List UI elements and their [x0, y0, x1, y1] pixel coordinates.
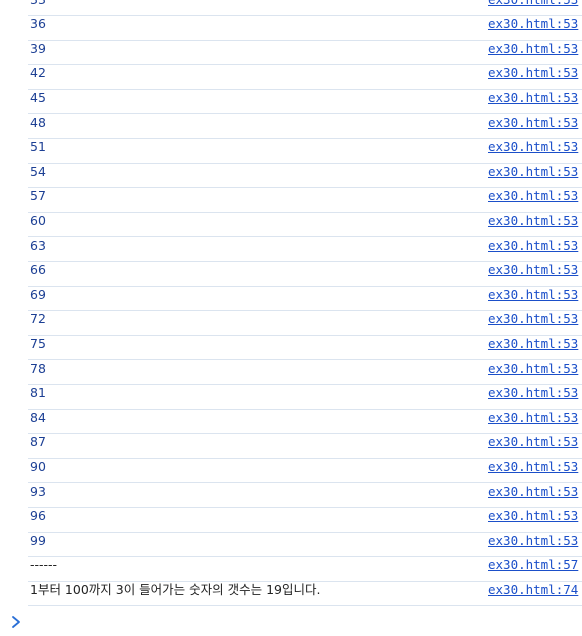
console-message-text: 99	[30, 532, 46, 548]
console-message-row: 45 ex30.html:53	[28, 90, 582, 115]
console-message-text: 48	[30, 114, 46, 130]
console-message-text: 72	[30, 311, 46, 327]
console-message-row: 81 ex30.html:53	[28, 385, 582, 410]
console-message-row: 99 ex30.html:53	[28, 533, 582, 558]
source-link[interactable]: ex30.html:74	[488, 582, 578, 598]
source-link[interactable]: ex30.html:53	[488, 262, 578, 278]
console-message-row: 75 ex30.html:53	[28, 336, 582, 361]
source-link[interactable]: ex30.html:53	[488, 459, 578, 475]
source-link[interactable]: ex30.html:53	[488, 16, 578, 32]
console-message-row: 66 ex30.html:53	[28, 262, 582, 287]
console-message-row: 63 ex30.html:53	[28, 238, 582, 263]
console-message-text: 84	[30, 409, 46, 425]
console-message-row: 84 ex30.html:53	[28, 410, 582, 435]
console-message-text: 36	[30, 16, 46, 32]
source-link[interactable]: ex30.html:53	[488, 410, 578, 426]
source-link[interactable]: ex30.html:53	[488, 336, 578, 352]
console-message-text: 54	[30, 163, 46, 179]
console-message-row: 36 ex30.html:53	[28, 16, 582, 41]
source-link[interactable]: ex30.html:53	[488, 213, 578, 229]
source-link[interactable]: ex30.html:53	[488, 385, 578, 401]
console-message-row: 48 ex30.html:53	[28, 115, 582, 140]
console-message-row: 54 ex30.html:53	[28, 164, 582, 189]
console-message-row: 39 ex30.html:53	[28, 41, 582, 66]
console-message-row: 33 ex30.html:53	[28, 0, 582, 17]
source-link[interactable]: ex30.html:53	[488, 361, 578, 377]
console-message-row: 78 ex30.html:53	[28, 361, 582, 386]
console-message-text: 1부터 100까지 3이 들어가는 숫자의 갯수는 19입니다.	[30, 581, 321, 597]
console-message-text: 39	[30, 40, 46, 56]
console-message-row: 90 ex30.html:53	[28, 459, 582, 484]
console-message-text: 42	[30, 65, 46, 81]
console-message-text: 87	[30, 434, 46, 450]
source-link[interactable]: ex30.html:53	[488, 0, 578, 8]
source-link[interactable]: ex30.html:53	[488, 484, 578, 500]
source-link[interactable]: ex30.html:53	[488, 188, 578, 204]
console-message-text: 45	[30, 89, 46, 105]
console-panel: 33 ex30.html:53 36 ex30.html:53 39 ex30.html:…	[0, 0, 582, 636]
chevron-right-icon[interactable]	[9, 614, 23, 630]
console-message-text: 60	[30, 212, 46, 228]
source-link[interactable]: ex30.html:53	[488, 164, 578, 180]
source-link[interactable]: ex30.html:53	[488, 65, 578, 81]
source-link[interactable]: ex30.html:53	[488, 434, 578, 450]
console-message-row: 57 ex30.html:53	[28, 188, 582, 213]
source-link[interactable]: ex30.html:53	[488, 238, 578, 254]
console-message-text: 93	[30, 483, 46, 499]
console-message-row: 93 ex30.html:53	[28, 484, 582, 509]
source-link[interactable]: ex30.html:53	[488, 41, 578, 57]
console-message-row: 87 ex30.html:53	[28, 434, 582, 459]
console-message-text: 90	[30, 458, 46, 474]
console-message-text: 75	[30, 335, 46, 351]
source-link[interactable]: ex30.html:53	[488, 139, 578, 155]
source-link[interactable]: ex30.html:53	[488, 508, 578, 524]
console-message-text: 81	[30, 385, 46, 401]
console-message-text: 66	[30, 262, 46, 278]
console-message-row: 60 ex30.html:53	[28, 213, 582, 238]
console-message-row: ------ ex30.html:57	[28, 557, 582, 582]
source-link[interactable]: ex30.html:57	[488, 557, 578, 573]
source-link[interactable]: ex30.html:53	[488, 90, 578, 106]
console-message-text: 78	[30, 360, 46, 376]
source-link[interactable]: ex30.html:53	[488, 311, 578, 327]
console-message-text: 51	[30, 139, 46, 155]
source-link[interactable]: ex30.html:53	[488, 115, 578, 131]
console-message-row: 96 ex30.html:53	[28, 508, 582, 533]
console-message-text: 33	[30, 0, 46, 14]
console-message-row: 1부터 100까지 3이 들어가는 숫자의 갯수는 19입니다. ex30.htm…	[28, 582, 582, 607]
console-message-text: 63	[30, 237, 46, 253]
source-link[interactable]: ex30.html:53	[488, 287, 578, 303]
console-message-text: ------	[30, 557, 58, 573]
source-link[interactable]: ex30.html:53	[488, 533, 578, 549]
console-message-text: 69	[30, 286, 46, 302]
console-message-row: 69 ex30.html:53	[28, 287, 582, 312]
console-message-row: 72 ex30.html:53	[28, 311, 582, 336]
console-message-text: 57	[30, 188, 46, 204]
console-message-row: 51 ex30.html:53	[28, 139, 582, 164]
console-message-row: 42 ex30.html:53	[28, 65, 582, 90]
console-message-text: 96	[30, 508, 46, 524]
